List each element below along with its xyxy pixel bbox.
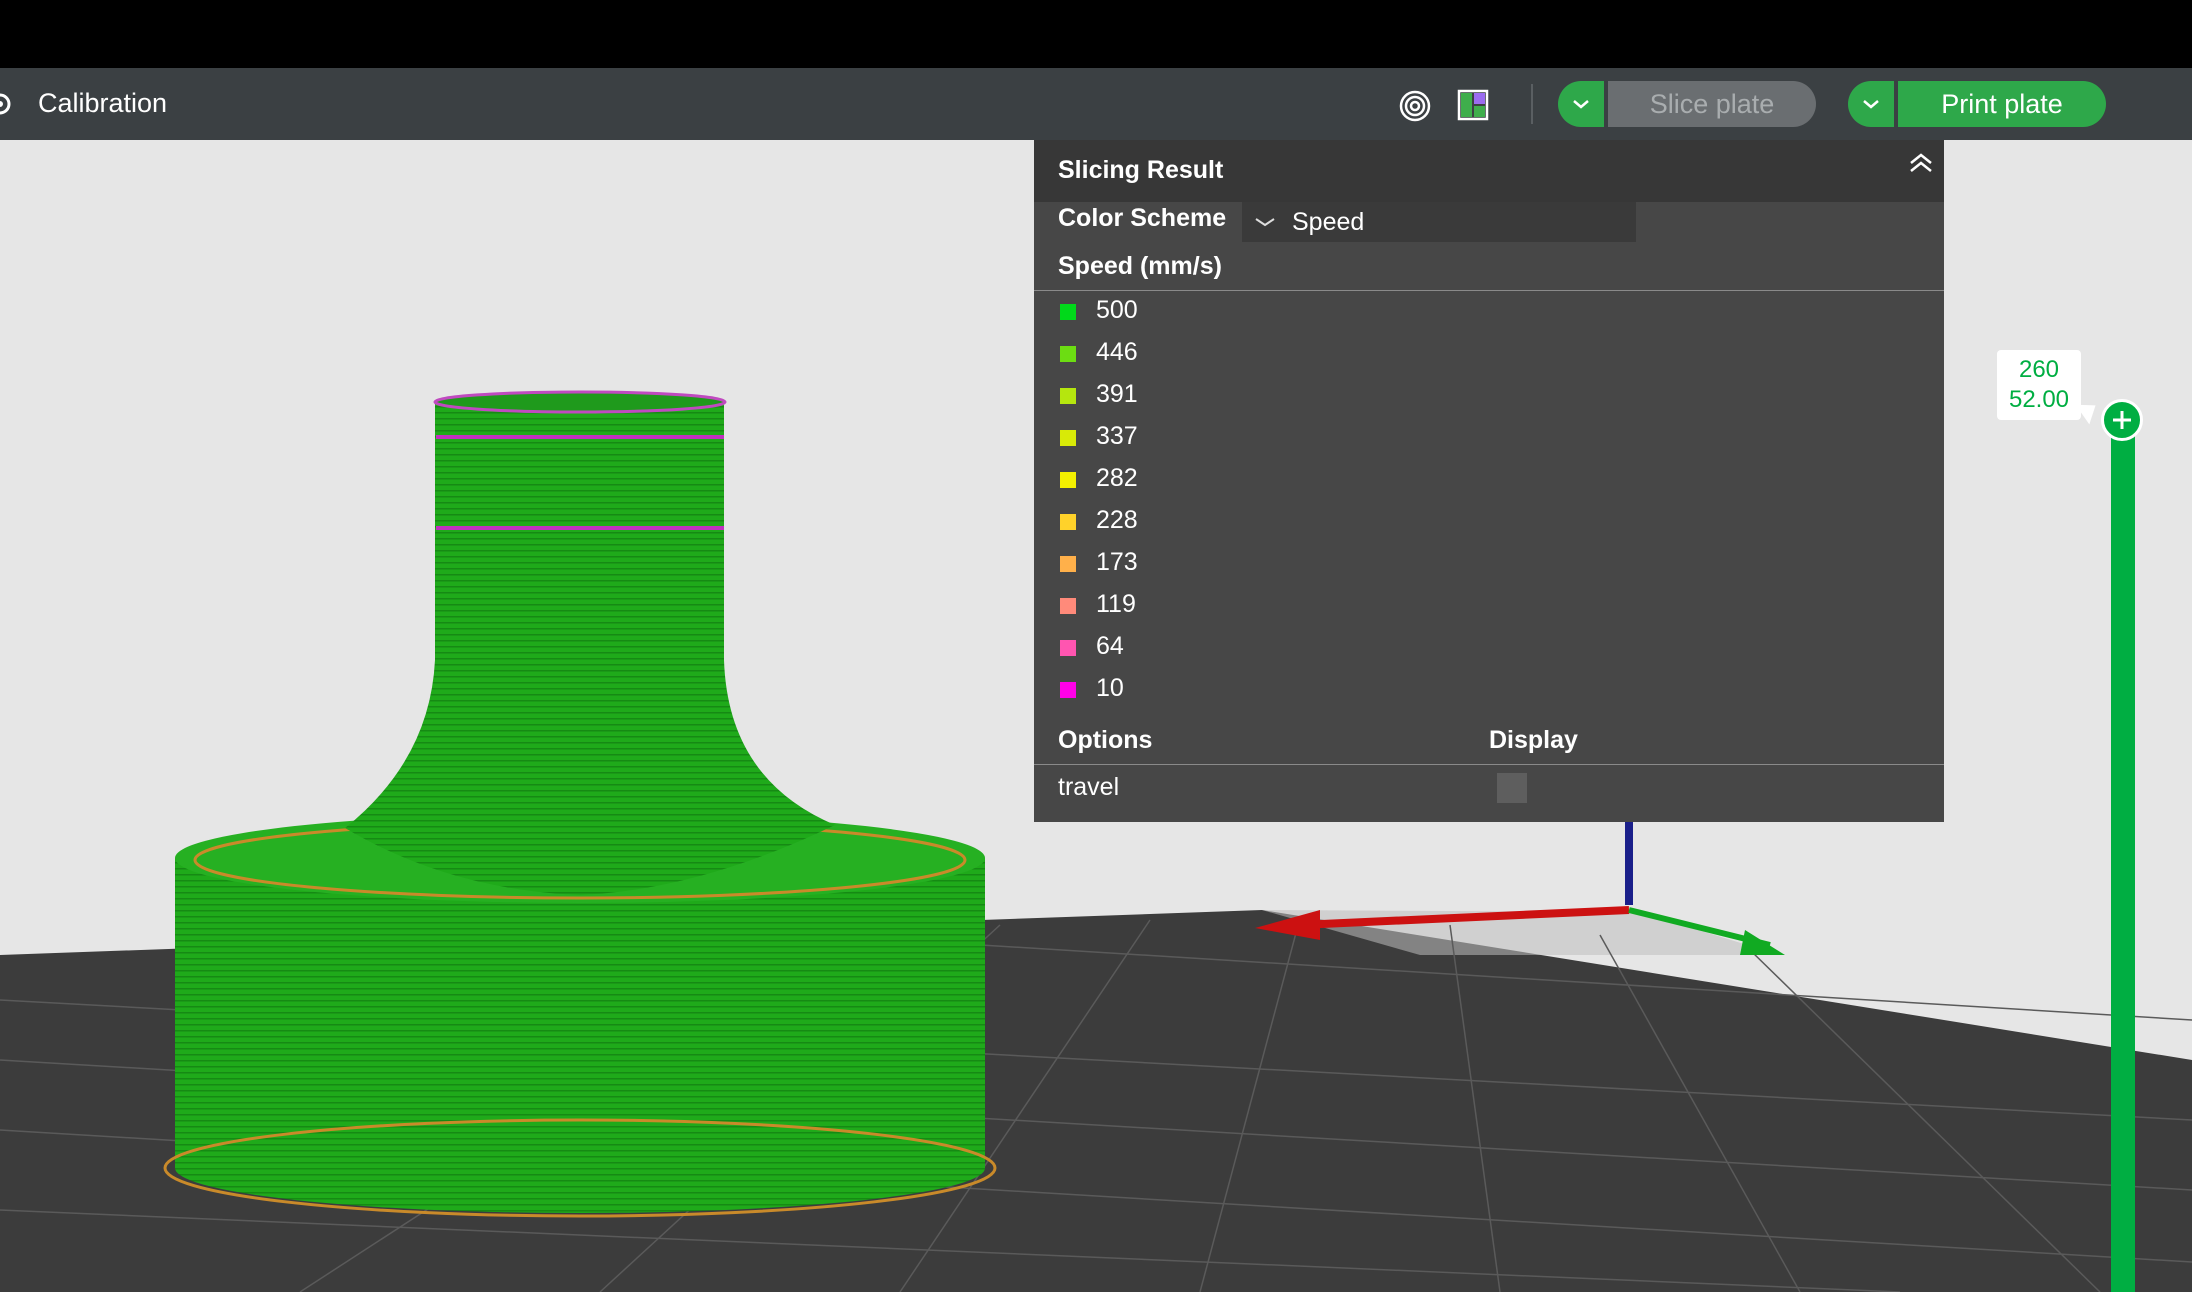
legend-value: 282 bbox=[1096, 464, 1138, 492]
divider bbox=[1034, 764, 1944, 765]
chevron-down-icon bbox=[1255, 218, 1275, 227]
collapse-icon[interactable] bbox=[1908, 152, 1934, 174]
chevron-down-icon bbox=[1863, 100, 1879, 109]
panel-header: Slicing Result bbox=[1034, 140, 1944, 202]
legend-title: Speed (mm/s) bbox=[1058, 252, 1222, 280]
color-scheme-label: Color Scheme bbox=[1058, 204, 1227, 232]
speed-legend: 500 446 391 337 282 228 173 119 64 10 bbox=[1034, 290, 1944, 710]
legend-swatch bbox=[1060, 514, 1076, 530]
slicing-result-panel: Slicing Result Color Scheme Speed Speed … bbox=[1034, 140, 1944, 822]
window-title-bar bbox=[0, 0, 2192, 68]
legend-value: 391 bbox=[1096, 380, 1138, 408]
legend-swatch bbox=[1060, 346, 1076, 362]
legend-item: 228 bbox=[1034, 500, 1944, 542]
options-header: Options bbox=[1058, 726, 1153, 754]
legend-value: 500 bbox=[1096, 296, 1138, 324]
legend-item: 119 bbox=[1034, 584, 1944, 626]
color-scheme-select[interactable]: Speed bbox=[1242, 202, 1636, 242]
legend-value: 228 bbox=[1096, 506, 1138, 534]
slice-dropdown-button[interactable] bbox=[1558, 81, 1604, 127]
legend-swatch bbox=[1060, 304, 1076, 320]
travel-option-label: travel bbox=[1058, 773, 1120, 801]
plus-icon bbox=[2113, 411, 2131, 429]
legend-item: 282 bbox=[1034, 458, 1944, 500]
legend-item: 337 bbox=[1034, 416, 1944, 458]
travel-display-checkbox[interactable] bbox=[1497, 773, 1527, 803]
panel-title: Slicing Result bbox=[1058, 156, 1224, 184]
layer-slider-track[interactable] bbox=[2111, 420, 2135, 1292]
print-dropdown-button[interactable] bbox=[1848, 81, 1894, 127]
gear-icon[interactable] bbox=[0, 90, 14, 118]
chevron-down-icon bbox=[1573, 100, 1589, 109]
legend-item: 64 bbox=[1034, 626, 1944, 668]
print-plate-button[interactable]: Print plate bbox=[1898, 81, 2106, 127]
layer-slider-handle[interactable] bbox=[2101, 399, 2143, 441]
legend-swatch bbox=[1060, 556, 1076, 572]
model-base bbox=[175, 858, 985, 1213]
display-header: Display bbox=[1489, 726, 1578, 754]
legend-item: 173 bbox=[1034, 542, 1944, 584]
legend-swatch bbox=[1060, 682, 1076, 698]
layer-slider-label: 260 52.00 bbox=[1997, 350, 2081, 420]
legend-value: 119 bbox=[1096, 590, 1136, 618]
legend-swatch bbox=[1060, 388, 1076, 404]
legend-value: 173 bbox=[1096, 548, 1138, 576]
legend-item: 446 bbox=[1034, 332, 1944, 374]
legend-item: 500 bbox=[1034, 290, 1944, 332]
legend-value: 446 bbox=[1096, 338, 1138, 366]
calibration-tab[interactable]: Calibration bbox=[38, 86, 167, 120]
color-scheme-value: Speed bbox=[1292, 208, 1365, 236]
model-neck bbox=[345, 402, 835, 895]
layer-height: 52.00 bbox=[2008, 386, 2070, 413]
legend-item: 10 bbox=[1034, 668, 1944, 710]
layer-number: 260 bbox=[2018, 356, 2060, 383]
slice-plate-button[interactable]: Slice plate bbox=[1608, 81, 1816, 127]
legend-swatch bbox=[1060, 430, 1076, 446]
legend-value: 64 bbox=[1096, 632, 1124, 660]
legend-swatch bbox=[1060, 598, 1076, 614]
legend-value: 337 bbox=[1096, 422, 1138, 450]
legend-swatch bbox=[1060, 640, 1076, 656]
legend-item: 391 bbox=[1034, 374, 1944, 416]
legend-swatch bbox=[1060, 472, 1076, 488]
layers-icon[interactable] bbox=[1398, 89, 1432, 123]
toolbar-divider bbox=[1531, 84, 1533, 124]
layout-icon[interactable] bbox=[1457, 89, 1489, 121]
legend-value: 10 bbox=[1096, 674, 1124, 702]
